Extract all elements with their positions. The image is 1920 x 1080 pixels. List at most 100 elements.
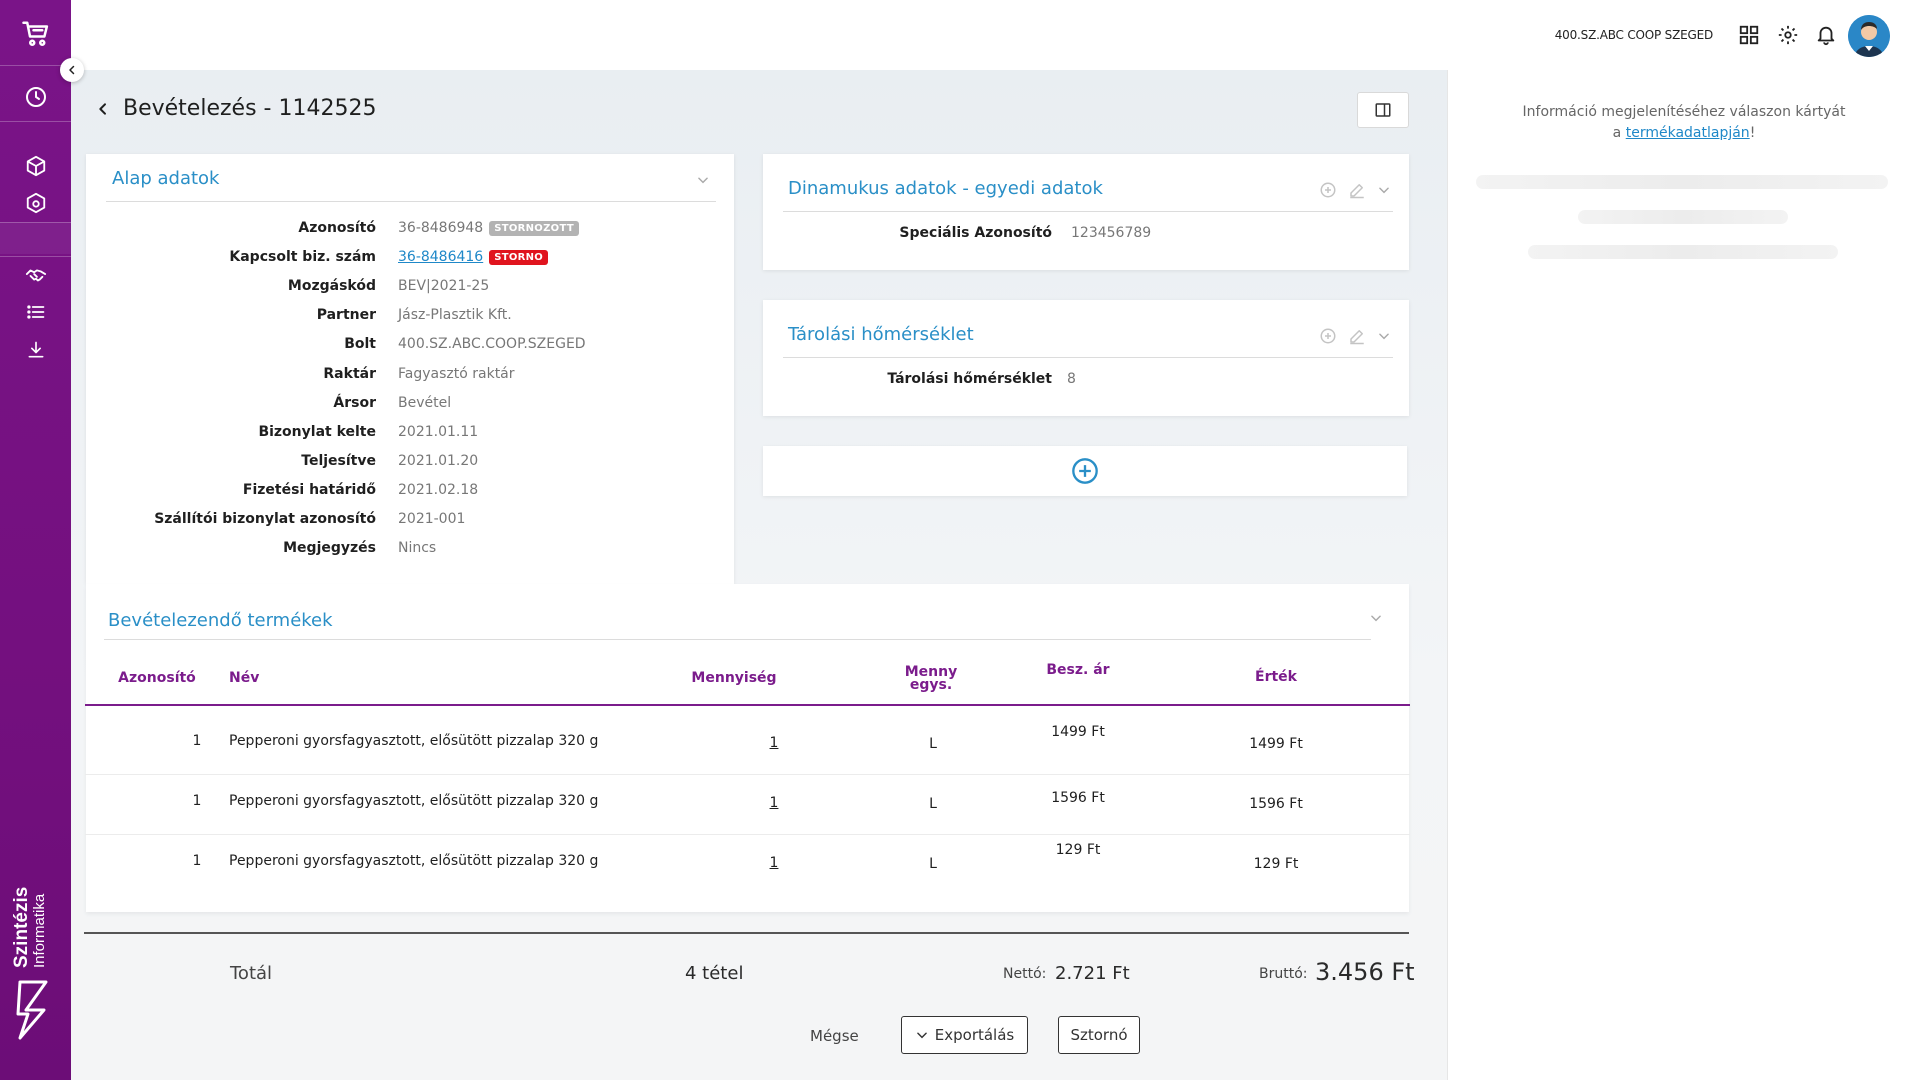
row-unit: L — [929, 736, 937, 752]
field-value: Jász-Plasztik Kft. — [398, 307, 512, 323]
field-value-wrap: Jász-Plasztik Kft. — [398, 307, 512, 323]
row-name: Pepperoni gyorsfagyasztott, elősütött pi… — [229, 793, 599, 809]
sidebar-collapse-button[interactable] — [60, 58, 84, 82]
brand-logo: Szintézis Informatika — [8, 880, 64, 1040]
brand-sub-text: Informatika — [31, 893, 48, 968]
col-header-qty[interactable]: Mennyiség — [679, 671, 789, 685]
totals-label: Totál — [230, 963, 273, 984]
field-label: Azonosító — [298, 220, 376, 236]
storage-temp-card: Tárolási hőmérséklet Tárolási hőmérsékle… — [763, 300, 1409, 416]
storage-temp-title: Tárolási hőmérséklet — [788, 324, 974, 345]
cube-settings-icon[interactable] — [0, 183, 71, 223]
row-price: 1596 Ft — [1051, 790, 1105, 806]
basic-data-title: Alap adatok — [112, 168, 220, 189]
chevron-down-icon[interactable] — [1375, 181, 1393, 199]
field-value: 400.SZ.ABC.COOP.SZEGED — [398, 336, 586, 352]
col-header-unit[interactable]: Menny egys. — [891, 665, 971, 692]
row-name: Pepperoni gyorsfagyasztott, elősütött pi… — [229, 733, 599, 749]
brand-text: Szintézis Informatika — [11, 886, 48, 968]
chevron-left-icon — [69, 65, 75, 75]
special-id-value: 123456789 — [1071, 225, 1152, 241]
field-value: 2021.01.11 — [398, 424, 479, 440]
avatar[interactable] — [1848, 15, 1890, 57]
field-value: Bevétel — [398, 395, 452, 411]
col-header-value[interactable]: Érték — [1236, 670, 1316, 684]
side-panel-icon — [1375, 103, 1391, 117]
product-sheet-link[interactable]: termékadatlapján — [1626, 125, 1750, 141]
storno-button-label: Sztornó — [1070, 1026, 1128, 1044]
chevron-down-icon[interactable] — [1375, 327, 1393, 345]
row-qty[interactable]: 1 — [764, 795, 784, 811]
brand-main-text: Szintézis — [11, 886, 32, 968]
chevron-down-icon — [916, 1032, 927, 1039]
basic-data-divider — [106, 201, 716, 202]
main-content: Bevételezés - 1142525 Alap adatok Azonos… — [71, 70, 1447, 1080]
storno-button[interactable]: Sztornó — [1058, 1016, 1140, 1054]
field-value-wrap: 36-8486416 STORNO — [398, 249, 549, 265]
field-value: BEV|2021-25 — [398, 278, 490, 294]
field-label: Mozgáskód — [287, 278, 376, 294]
status-badge: STORNOZOTT — [489, 221, 579, 236]
row-qty[interactable]: 1 — [764, 735, 784, 751]
field-value-wrap: 2021.01.11 — [398, 424, 478, 440]
bell-icon[interactable] — [1813, 22, 1839, 48]
field-value-wrap: Bevétel — [398, 395, 451, 411]
info-panel-text: Információ megjelenítéséhez válaszon kár… — [1448, 102, 1920, 144]
field-label: Raktár — [323, 366, 376, 382]
edit-icon[interactable] — [1346, 179, 1368, 201]
row-value: 1596 Ft — [1249, 796, 1303, 812]
row-price: 1499 Ft — [1051, 724, 1105, 740]
chevron-down-icon[interactable] — [1367, 609, 1385, 627]
field-value-wrap: 2021-001 — [398, 511, 465, 527]
info-panel-suffix: ! — [1749, 125, 1756, 141]
handshake-icon[interactable] — [0, 255, 71, 295]
row-unit: L — [929, 856, 937, 872]
row-value: 1499 Ft — [1249, 736, 1303, 752]
col-header-price[interactable]: Besz. ár — [1028, 663, 1128, 677]
cancel-button[interactable]: Mégse — [810, 1027, 859, 1045]
field-value: Fagyasztó raktár — [398, 366, 515, 382]
field-label: Kapcsolt biz. szám — [229, 249, 376, 265]
field-value-wrap: 2021.01.20 — [398, 453, 478, 469]
add-card-button[interactable] — [763, 446, 1407, 496]
page-title-text: Bevételezés - 1142525 — [123, 96, 377, 121]
sidebar-divider — [0, 121, 71, 122]
topbar: 400.SZ.ABC COOP SZEGED — [71, 0, 1920, 70]
chevron-down-icon[interactable] — [694, 171, 712, 189]
gear-icon[interactable] — [1775, 22, 1801, 48]
col-header-id[interactable]: Azonosító — [117, 671, 197, 685]
row-qty[interactable]: 1 — [764, 855, 784, 871]
toggle-side-panel-button[interactable] — [1357, 92, 1409, 128]
download-icon[interactable] — [0, 330, 71, 370]
linked-document-link[interactable]: 36-8486416 — [398, 249, 483, 265]
grid-icon[interactable] — [1736, 22, 1762, 48]
info-side-panel: Információ megjelenítéséhez válaszon kár… — [1447, 70, 1920, 1080]
basic-data-card: Alap adatok Azonosító 36-8486948 STORNOZOT… — [86, 154, 734, 584]
add-circle-icon[interactable] — [1317, 179, 1339, 201]
chevron-left-icon — [99, 102, 106, 115]
dynamic-data-card: Dinamukus adatok - egyedi adatok Speciál… — [763, 154, 1409, 270]
col-header-name[interactable]: Név — [229, 671, 259, 685]
storage-temp-divider — [783, 357, 1393, 358]
clock-icon[interactable] — [0, 77, 71, 117]
row-price: 129 Ft — [1055, 842, 1101, 858]
add-circle-icon[interactable] — [1317, 325, 1339, 347]
back-button[interactable] — [91, 97, 115, 121]
page-title: Bevételezés - 1142525 — [91, 96, 376, 121]
row-id: 1 — [192, 733, 202, 749]
sidebar-divider — [0, 222, 71, 223]
list-icon[interactable] — [0, 292, 71, 332]
field-value: Nincs — [398, 540, 437, 556]
products-divider — [104, 639, 1371, 640]
cart-icon[interactable] — [0, 14, 71, 54]
field-label: Partner — [316, 307, 376, 323]
field-value-wrap: Fagyasztó raktár — [398, 366, 515, 382]
totals-gross-value: 3.456 Ft — [1315, 958, 1415, 986]
row-unit: L — [929, 796, 937, 812]
edit-icon[interactable] — [1346, 325, 1368, 347]
field-label: Teljesítve — [301, 453, 376, 469]
cube-icon[interactable] — [0, 146, 71, 186]
store-name[interactable]: 400.SZ.ABC COOP SZEGED — [1555, 28, 1713, 42]
dynamic-data-divider — [783, 211, 1393, 212]
export-button[interactable]: Exportálás — [901, 1016, 1028, 1054]
